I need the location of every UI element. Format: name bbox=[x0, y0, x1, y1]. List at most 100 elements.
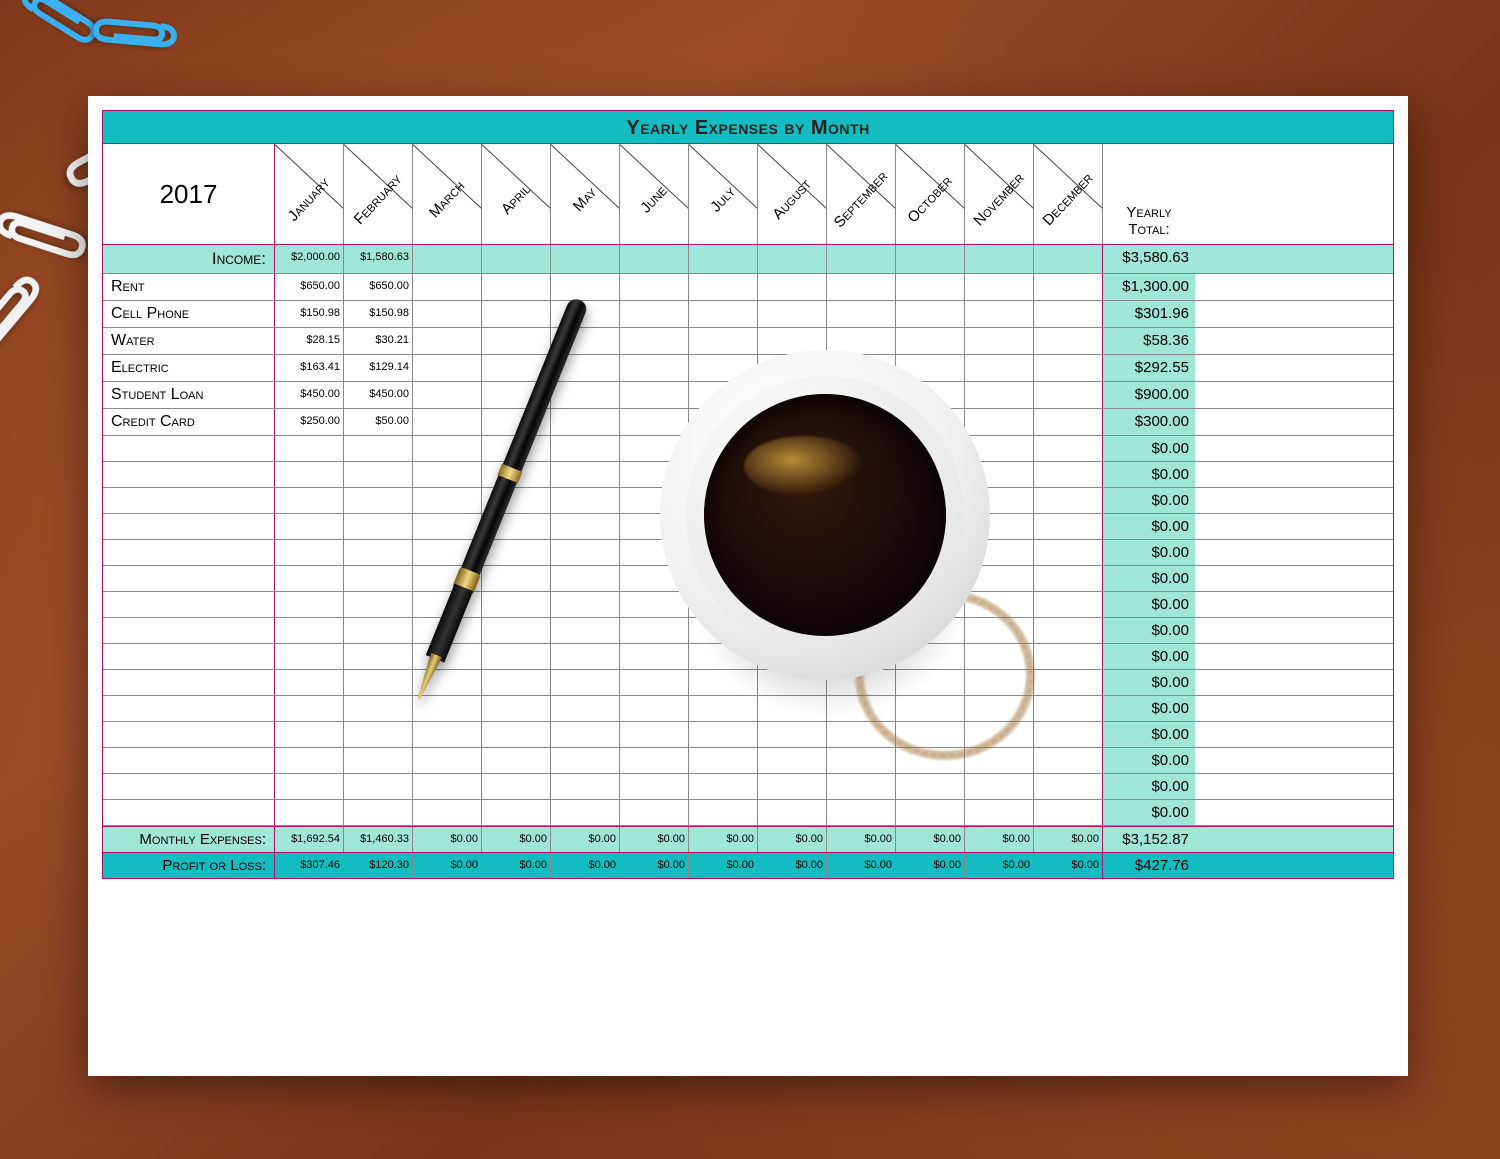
expense-label bbox=[103, 592, 275, 617]
cell bbox=[827, 462, 896, 487]
cell bbox=[758, 644, 827, 669]
cell bbox=[896, 274, 965, 300]
cell bbox=[1034, 328, 1103, 354]
expense-label: Cell Phone bbox=[103, 301, 275, 327]
table-row: Student Loan$450.00$450.00$900.00 bbox=[103, 382, 1393, 409]
cell: $0.00 bbox=[689, 853, 758, 878]
cell bbox=[620, 436, 689, 461]
row-total: $3,580.63 bbox=[1103, 245, 1195, 273]
row-total: $0.00 bbox=[1103, 696, 1195, 721]
cell bbox=[758, 301, 827, 327]
cell bbox=[482, 274, 551, 300]
cell: $0.00 bbox=[413, 853, 482, 878]
cell bbox=[758, 328, 827, 354]
cell bbox=[275, 618, 344, 643]
cell bbox=[275, 670, 344, 695]
cell bbox=[965, 540, 1034, 565]
table-row: $0.00 bbox=[103, 462, 1393, 488]
table-row: $0.00 bbox=[103, 774, 1393, 800]
cell bbox=[965, 436, 1034, 461]
cell: $1,692.54 bbox=[275, 827, 344, 852]
cell bbox=[827, 696, 896, 721]
cell bbox=[827, 409, 896, 435]
cell bbox=[620, 245, 689, 273]
cell bbox=[551, 748, 620, 773]
cell: $0.00 bbox=[1034, 853, 1103, 878]
cell bbox=[1034, 618, 1103, 643]
cell bbox=[1034, 566, 1103, 591]
cell bbox=[344, 722, 413, 747]
table-row: $0.00 bbox=[103, 644, 1393, 670]
cell bbox=[275, 774, 344, 799]
month-header-february: February bbox=[344, 144, 413, 244]
cell bbox=[896, 328, 965, 354]
cell bbox=[965, 355, 1034, 381]
cell bbox=[344, 436, 413, 461]
cell bbox=[689, 722, 758, 747]
cell bbox=[689, 274, 758, 300]
cell bbox=[896, 670, 965, 695]
cell bbox=[965, 670, 1034, 695]
cell bbox=[758, 566, 827, 591]
cell bbox=[689, 566, 758, 591]
expense-label bbox=[103, 514, 275, 539]
cell bbox=[689, 436, 758, 461]
cell: $0.00 bbox=[965, 853, 1034, 878]
cell bbox=[551, 409, 620, 435]
month-header-june: June bbox=[620, 144, 689, 244]
cell bbox=[689, 409, 758, 435]
expense-label bbox=[103, 488, 275, 513]
cell bbox=[344, 566, 413, 591]
row-total: $0.00 bbox=[1103, 566, 1195, 591]
cell bbox=[896, 644, 965, 669]
cell bbox=[827, 436, 896, 461]
cell bbox=[620, 774, 689, 799]
cell bbox=[827, 618, 896, 643]
cell bbox=[689, 618, 758, 643]
cell bbox=[344, 488, 413, 513]
cell bbox=[689, 774, 758, 799]
cell bbox=[620, 748, 689, 773]
cell bbox=[965, 774, 1034, 799]
cell bbox=[1034, 301, 1103, 327]
cell bbox=[620, 488, 689, 513]
expense-label bbox=[103, 618, 275, 643]
row-total: $0.00 bbox=[1103, 540, 1195, 565]
cell bbox=[344, 514, 413, 539]
cell bbox=[275, 540, 344, 565]
cell bbox=[551, 462, 620, 487]
cell bbox=[413, 514, 482, 539]
cell bbox=[413, 382, 482, 408]
cell bbox=[620, 514, 689, 539]
cell bbox=[1034, 774, 1103, 799]
paperclip-icon bbox=[89, 14, 181, 52]
cell bbox=[620, 618, 689, 643]
month-header-august: August bbox=[758, 144, 827, 244]
expense-label bbox=[103, 748, 275, 773]
cell: $0.00 bbox=[896, 827, 965, 852]
cell bbox=[620, 696, 689, 721]
cell bbox=[482, 301, 551, 327]
cell bbox=[1034, 274, 1103, 300]
row-total: $0.00 bbox=[1103, 514, 1195, 539]
cell bbox=[758, 592, 827, 617]
cell bbox=[1034, 800, 1103, 825]
cell bbox=[758, 355, 827, 381]
cell bbox=[620, 301, 689, 327]
cell bbox=[551, 644, 620, 669]
cell bbox=[344, 774, 413, 799]
cell: $0.00 bbox=[965, 827, 1034, 852]
table-row: Monthly Expenses:$1,692.54$1,460.33$0.00… bbox=[103, 826, 1393, 853]
cell bbox=[413, 355, 482, 381]
cell: $0.00 bbox=[827, 827, 896, 852]
cell: $450.00 bbox=[344, 382, 413, 408]
expense-label: Credit Card bbox=[103, 409, 275, 435]
income-label: Income: bbox=[103, 245, 275, 273]
table-row: $0.00 bbox=[103, 540, 1393, 566]
cell bbox=[1034, 488, 1103, 513]
cell bbox=[758, 409, 827, 435]
cell bbox=[275, 566, 344, 591]
cell bbox=[275, 800, 344, 825]
cell bbox=[965, 592, 1034, 617]
cell bbox=[827, 355, 896, 381]
